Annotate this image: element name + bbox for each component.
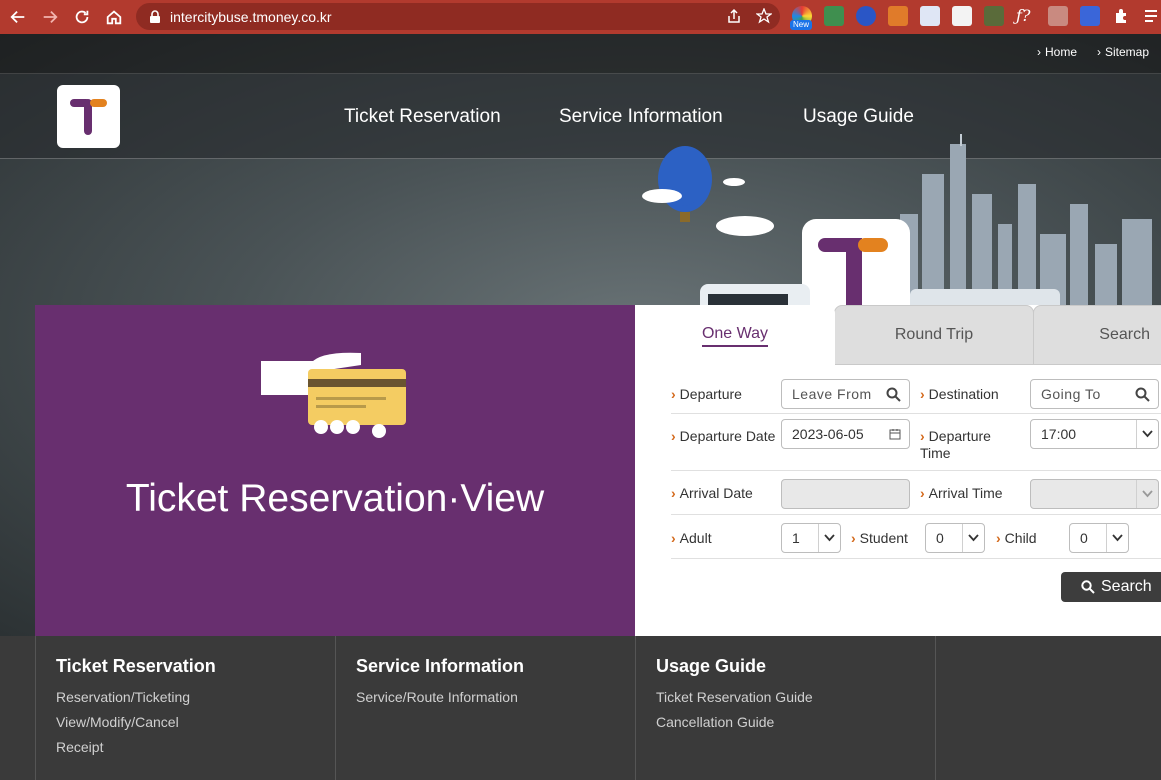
nav-service-information[interactable]: Service Information xyxy=(559,106,723,128)
departure-input[interactable]: Leave From xyxy=(781,379,910,409)
search-button[interactable]: Search xyxy=(1061,572,1161,602)
extension-eyedropper-icon[interactable] xyxy=(984,6,1004,26)
sitemap-link[interactable]: Sitemap xyxy=(1097,45,1149,59)
footer-link-cancellation-guide[interactable]: Cancellation Guide xyxy=(656,714,915,739)
new-badge: New xyxy=(790,20,813,30)
extension-list-icon[interactable] xyxy=(952,6,972,26)
arrival-date-label: Arrival Date xyxy=(671,485,753,502)
home-icon xyxy=(106,10,122,25)
footer-column-ticket-reservation: Ticket Reservation Reservation/Ticketing… xyxy=(35,636,335,780)
chevron-down-icon xyxy=(968,534,979,542)
departure-date-label: Departure Date xyxy=(671,428,776,445)
location-row: Departure Leave From Destination Going T… xyxy=(671,365,1161,414)
student-count-select[interactable]: 0 xyxy=(925,523,985,553)
url-text: intercitybuse.tmoney.co.kr xyxy=(170,8,332,25)
extension-strikethrough-icon[interactable] xyxy=(1048,6,1068,26)
browser-toolbar: intercitybuse.tmoney.co.kr New ƒ? xyxy=(0,0,1161,34)
chevron-down-icon xyxy=(1112,534,1123,542)
footer-column-service-information: Service Information Service/Route Inform… xyxy=(335,636,635,780)
hero-title: Ticket Reservation·View xyxy=(125,477,545,520)
reading-list-icon[interactable] xyxy=(1142,6,1161,26)
departure-time-label: Departure Time xyxy=(920,428,1010,462)
footer-link-ticket-reservation-guide[interactable]: Ticket Reservation Guide xyxy=(656,689,915,714)
footer-heading: Ticket Reservation xyxy=(56,656,216,676)
footer-column-usage-guide: Usage Guide Ticket Reservation Guide Can… xyxy=(635,636,935,780)
utility-bar: Home Sitemap xyxy=(0,34,1161,74)
adult-count-select[interactable]: 1 xyxy=(781,523,841,553)
arrival-time-select xyxy=(1030,479,1159,509)
nav-ticket-reservation[interactable]: Ticket Reservation xyxy=(344,106,501,128)
lock-icon xyxy=(150,9,160,23)
student-label: Student xyxy=(851,530,908,547)
footer-link-service-route[interactable]: Service/Route Information xyxy=(356,689,615,714)
extension-green-icon[interactable] xyxy=(824,6,844,26)
extensions-puzzle-icon[interactable] xyxy=(1112,6,1132,26)
chevron-down-icon xyxy=(824,534,835,542)
hand-holding-card-icon xyxy=(261,352,406,438)
trip-type-tabs: Round Trip Search One Way xyxy=(635,305,1161,365)
footer-heading: Service Information xyxy=(356,656,525,676)
forward-button[interactable] xyxy=(34,1,66,33)
tab-round-trip[interactable]: Round Trip xyxy=(834,305,1034,365)
search-icon xyxy=(1135,387,1150,402)
nav-usage-guide[interactable]: Usage Guide xyxy=(803,106,914,128)
extension-cursor-icon[interactable] xyxy=(1080,6,1100,26)
address-bar[interactable]: intercitybuse.tmoney.co.kr xyxy=(136,3,780,30)
page: Home Sitemap Ticket Reservation Service … xyxy=(0,34,1161,780)
tmoney-logo[interactable] xyxy=(57,85,120,148)
extension-window-icon[interactable] xyxy=(920,6,940,26)
tab-search[interactable]: Search xyxy=(1033,305,1161,365)
back-arrow-icon xyxy=(10,10,25,24)
departure-datetime-row: Departure Date 2023-06-05 Departure Time… xyxy=(671,414,1161,471)
arrival-date-input xyxy=(781,479,910,509)
arrival-datetime-row: Arrival Date Arrival Time xyxy=(671,471,1161,515)
footer-menu: Ticket Reservation Reservation/Ticketing… xyxy=(0,636,1161,780)
departure-date-input[interactable]: 2023-06-05 xyxy=(781,419,910,449)
footer-column-empty xyxy=(935,636,1161,780)
back-button[interactable] xyxy=(2,1,34,33)
footer-link-view-modify-cancel[interactable]: View/Modify/Cancel xyxy=(56,714,315,739)
destination-input[interactable]: Going To xyxy=(1030,379,1159,409)
home-link[interactable]: Home xyxy=(1037,45,1077,59)
reload-button[interactable] xyxy=(66,1,98,33)
footer-link-receipt[interactable]: Receipt xyxy=(56,739,315,764)
ticket-reservation-panel: Ticket Reservation·View xyxy=(35,305,646,636)
reload-icon xyxy=(75,10,89,24)
search-icon xyxy=(886,387,901,402)
destination-label: Destination xyxy=(920,386,999,403)
footer-heading: Usage Guide xyxy=(656,656,767,676)
child-label: Child xyxy=(996,530,1037,547)
departure-time-select[interactable]: 17:00 xyxy=(1030,419,1159,449)
child-count-select[interactable]: 0 xyxy=(1069,523,1129,553)
extension-ex-icon[interactable] xyxy=(888,6,908,26)
reservation-form: Round Trip Search One Way Departure Leav… xyxy=(635,305,1161,636)
passenger-row: Adult 1 Student 0 Child 0 xyxy=(671,515,1161,559)
extension-function-icon[interactable]: ƒ? xyxy=(1016,6,1036,26)
departure-label: Departure xyxy=(671,386,742,403)
share-icon[interactable] xyxy=(726,8,742,24)
extension-blue-icon[interactable] xyxy=(856,6,876,26)
search-icon xyxy=(1081,580,1095,594)
arrival-time-label: Arrival Time xyxy=(920,485,1003,502)
tmoney-logo-icon xyxy=(70,99,107,135)
calendar-icon[interactable] xyxy=(889,428,901,440)
footer-link-reservation-ticketing[interactable]: Reservation/Ticketing xyxy=(56,689,315,714)
adult-label: Adult xyxy=(671,530,712,547)
chevron-down-icon xyxy=(1142,490,1153,498)
chevron-down-icon xyxy=(1142,430,1153,438)
hot-air-balloon-icon xyxy=(658,146,712,222)
home-button[interactable] xyxy=(98,1,130,33)
forward-arrow-icon xyxy=(43,10,58,24)
bookmark-star-icon[interactable] xyxy=(756,8,772,24)
tab-one-way[interactable]: One Way xyxy=(635,305,835,365)
